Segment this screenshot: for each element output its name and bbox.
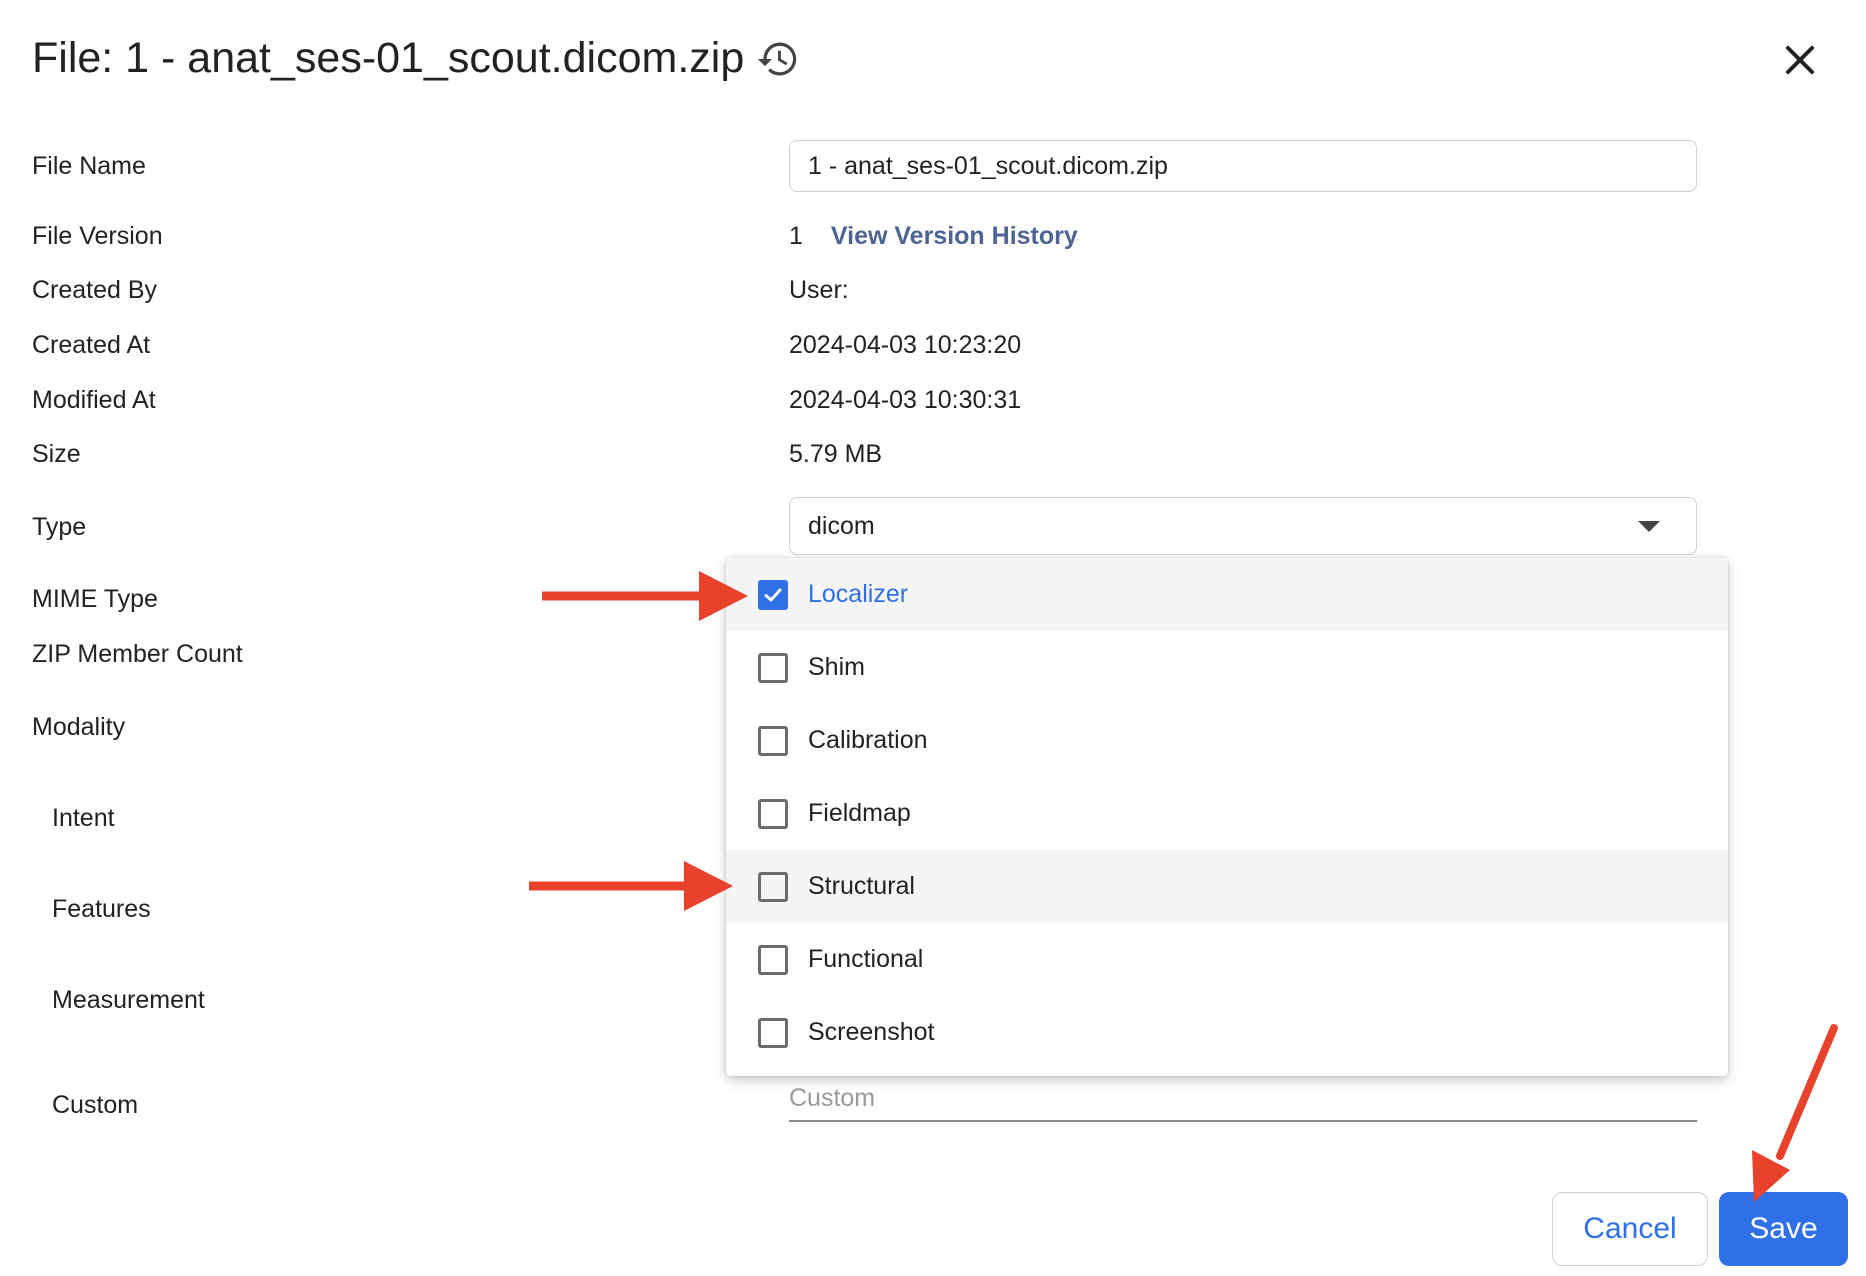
created-by-label: Created By <box>32 276 158 304</box>
intent-option-label: Calibration <box>808 726 928 754</box>
arrow-to-localizer <box>542 571 748 621</box>
close-icon[interactable] <box>1780 40 1820 80</box>
modified-at-value: 2024-04-03 10:30:31 <box>789 386 1022 414</box>
intent-option-label: Structural <box>808 872 915 900</box>
intent-option-screenshot[interactable]: Screenshot <box>726 996 1728 1069</box>
created-at-value: 2024-04-03 10:23:20 <box>789 331 1022 359</box>
file-version-value: 1 View Version History <box>789 222 1078 251</box>
intent-option-structural[interactable]: Structural <box>726 850 1728 923</box>
caret-down-icon <box>1638 520 1660 532</box>
type-select-value: dicom <box>808 511 875 540</box>
file-version-label: File Version <box>32 222 163 250</box>
history-icon[interactable] <box>756 37 800 81</box>
cancel-button[interactable]: Cancel <box>1552 1192 1708 1266</box>
dialog-title-text: File: 1 - anat_ses-01_scout.dicom.zip <box>32 34 745 82</box>
intent-option-functional[interactable]: Functional <box>726 923 1728 996</box>
mime-type-label: MIME Type <box>32 585 158 613</box>
file-name-label: File Name <box>32 152 146 180</box>
checkbox-icon[interactable] <box>758 725 788 756</box>
features-label: Features <box>52 895 151 923</box>
zip-member-count-label: ZIP Member Count <box>32 640 243 668</box>
save-button[interactable]: Save <box>1719 1192 1848 1266</box>
checkbox-icon[interactable] <box>758 1017 788 1048</box>
created-at-label: Created At <box>32 331 151 359</box>
type-select[interactable]: dicom <box>789 497 1697 555</box>
intent-label: Intent <box>52 804 115 832</box>
checkbox-icon[interactable] <box>758 798 788 829</box>
intent-dropdown-menu: Localizer Shim Calibration Fieldmap Stru… <box>726 558 1728 1076</box>
checkbox-checked-icon[interactable] <box>758 579 788 610</box>
custom-label: Custom <box>52 1091 139 1119</box>
file-version-number: 1 <box>789 222 803 250</box>
checkbox-icon[interactable] <box>758 652 788 683</box>
file-name-input[interactable]: 1 - anat_ses-01_scout.dicom.zip <box>789 140 1697 192</box>
checkbox-icon[interactable] <box>758 871 788 902</box>
type-label: Type <box>32 513 87 541</box>
size-label: Size <box>32 440 81 468</box>
checkbox-icon[interactable] <box>758 944 788 975</box>
custom-input[interactable]: Custom <box>789 1076 1697 1122</box>
created-by-value: User: <box>789 276 849 304</box>
intent-option-label: Localizer <box>808 580 909 608</box>
intent-option-label: Fieldmap <box>808 799 911 827</box>
intent-option-shim[interactable]: Shim <box>726 631 1728 704</box>
modified-at-label: Modified At <box>32 386 156 414</box>
intent-option-label: Screenshot <box>808 1018 935 1046</box>
intent-option-fieldmap[interactable]: Fieldmap <box>726 777 1728 850</box>
intent-option-label: Functional <box>808 945 924 973</box>
arrow-to-save <box>1752 1024 1838 1202</box>
intent-option-localizer[interactable]: Localizer <box>726 558 1728 631</box>
intent-option-label: Shim <box>808 653 865 681</box>
size-value: 5.79 MB <box>789 440 883 468</box>
measurement-label: Measurement <box>52 986 205 1014</box>
arrow-to-structural <box>529 861 733 911</box>
dialog-title: File: 1 - anat_ses-01_scout.dicom.zip <box>32 34 800 83</box>
modality-label: Modality <box>32 713 126 741</box>
view-version-history-link[interactable]: View Version History <box>831 222 1078 250</box>
intent-option-calibration[interactable]: Calibration <box>726 704 1728 777</box>
